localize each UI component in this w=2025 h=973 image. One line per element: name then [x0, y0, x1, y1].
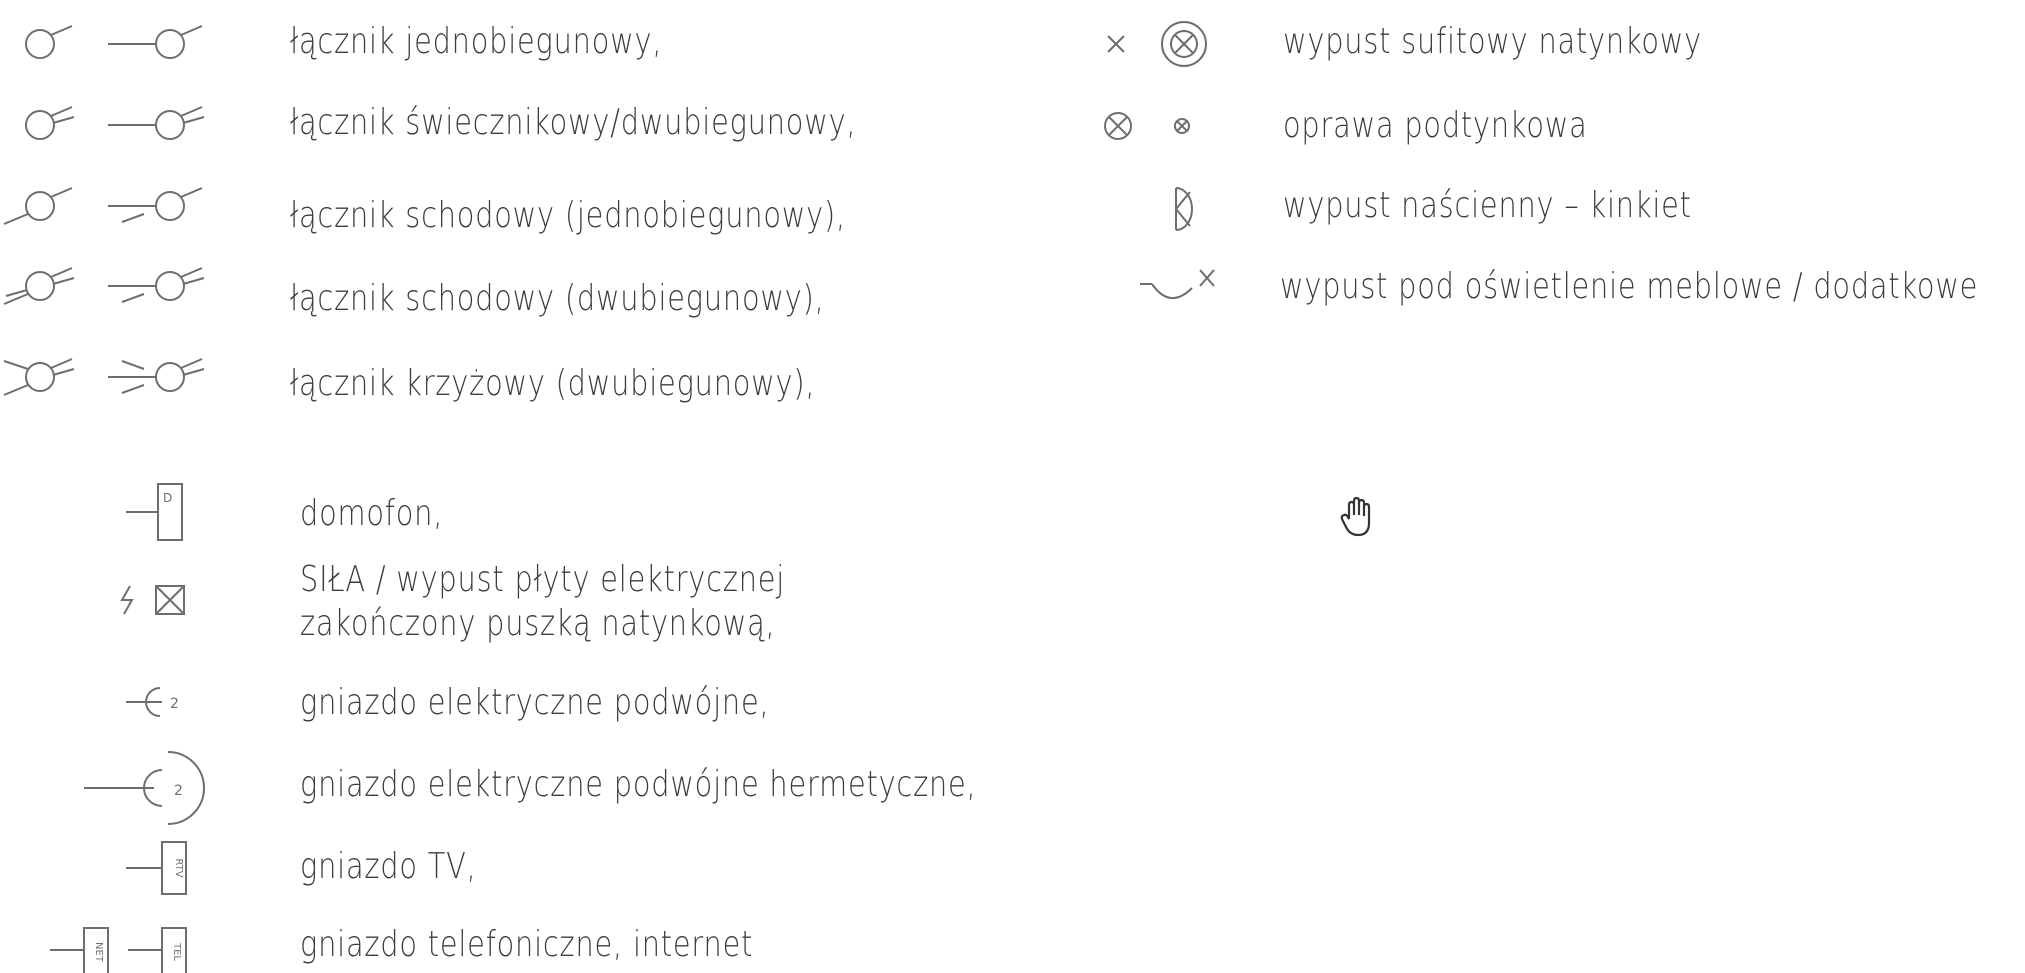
switch-chandelier-icon	[25, 106, 205, 140]
power-outlet-icon	[120, 585, 185, 615]
socket-phone-net-icon: NET TEL	[50, 927, 187, 973]
socket-double-icon: 2	[126, 687, 179, 717]
ceiling-outlet-label: wypust sufitowy natynkowy	[1283, 21, 1703, 62]
switch-stair-double-icon	[3, 267, 205, 305]
socket-double-hermetic-label: gniazdo elektryczne podwójne hermetyczne…	[300, 764, 977, 805]
socket-double-label: gniazdo elektryczne podwójne,	[300, 682, 770, 723]
intercom-tag: D	[163, 491, 172, 505]
switch-single-pole-icon	[25, 25, 203, 59]
socket-phone-net-label: gniazdo telefoniczne, internet	[300, 924, 754, 965]
socket-tv-icon: RTV	[126, 841, 187, 895]
switch-stair-double-label: łącznik schodowy (dwubiegunowy),	[290, 278, 825, 319]
hand-cursor-icon	[1340, 497, 1371, 537]
intercom-label: domofon,	[300, 493, 444, 534]
power-outlet-label-line1: SIŁA / wypust płyty elektrycznej	[300, 559, 786, 600]
socket-tv-tag: RTV	[173, 858, 184, 877]
socket-double-tag: 2	[170, 696, 179, 712]
socket-double-hermetic-tag: 2	[174, 783, 183, 799]
legend-canvas: D 2 2 RTV NET TEL łącznik jednobiegunowy…	[0, 0, 2025, 973]
switch-cross-label: łącznik krzyżowy (dwubiegunowy),	[290, 363, 816, 404]
recessed-fixture-label: oprawa podtynkowa	[1283, 105, 1588, 146]
switch-cross-icon	[3, 358, 205, 396]
ceiling-outlet-icon	[1107, 21, 1207, 67]
furniture-light-label: wypust pod oświetlenie meblowe / dodatko…	[1280, 266, 1979, 307]
switch-stair-single-label: łącznik schodowy (jednobiegunowy),	[290, 195, 846, 236]
socket-net-tag: NET	[93, 942, 104, 963]
socket-tel-tag: TEL	[171, 942, 182, 961]
wall-outlet-icon	[1175, 187, 1193, 231]
power-outlet-label-line2: zakończony puszką natynkową,	[300, 603, 776, 644]
intercom-icon: D	[126, 483, 183, 541]
recessed-fixture-icon	[1104, 112, 1190, 140]
wall-outlet-label: wypust naścienny – kinkiet	[1283, 185, 1692, 226]
switch-stair-single-icon	[3, 187, 203, 225]
switch-chandelier-label: łącznik świecznikowy/dwubiegunowy,	[290, 102, 857, 143]
furniture-light-icon	[1140, 269, 1215, 299]
socket-tv-label: gniazdo TV,	[300, 846, 477, 887]
switch-single-pole-label: łącznik jednobiegunowy,	[290, 21, 663, 62]
socket-double-hermetic-icon: 2	[84, 751, 205, 825]
power-outlet-label: SIŁA / wypust płyty elektrycznej zakończ…	[300, 560, 785, 644]
